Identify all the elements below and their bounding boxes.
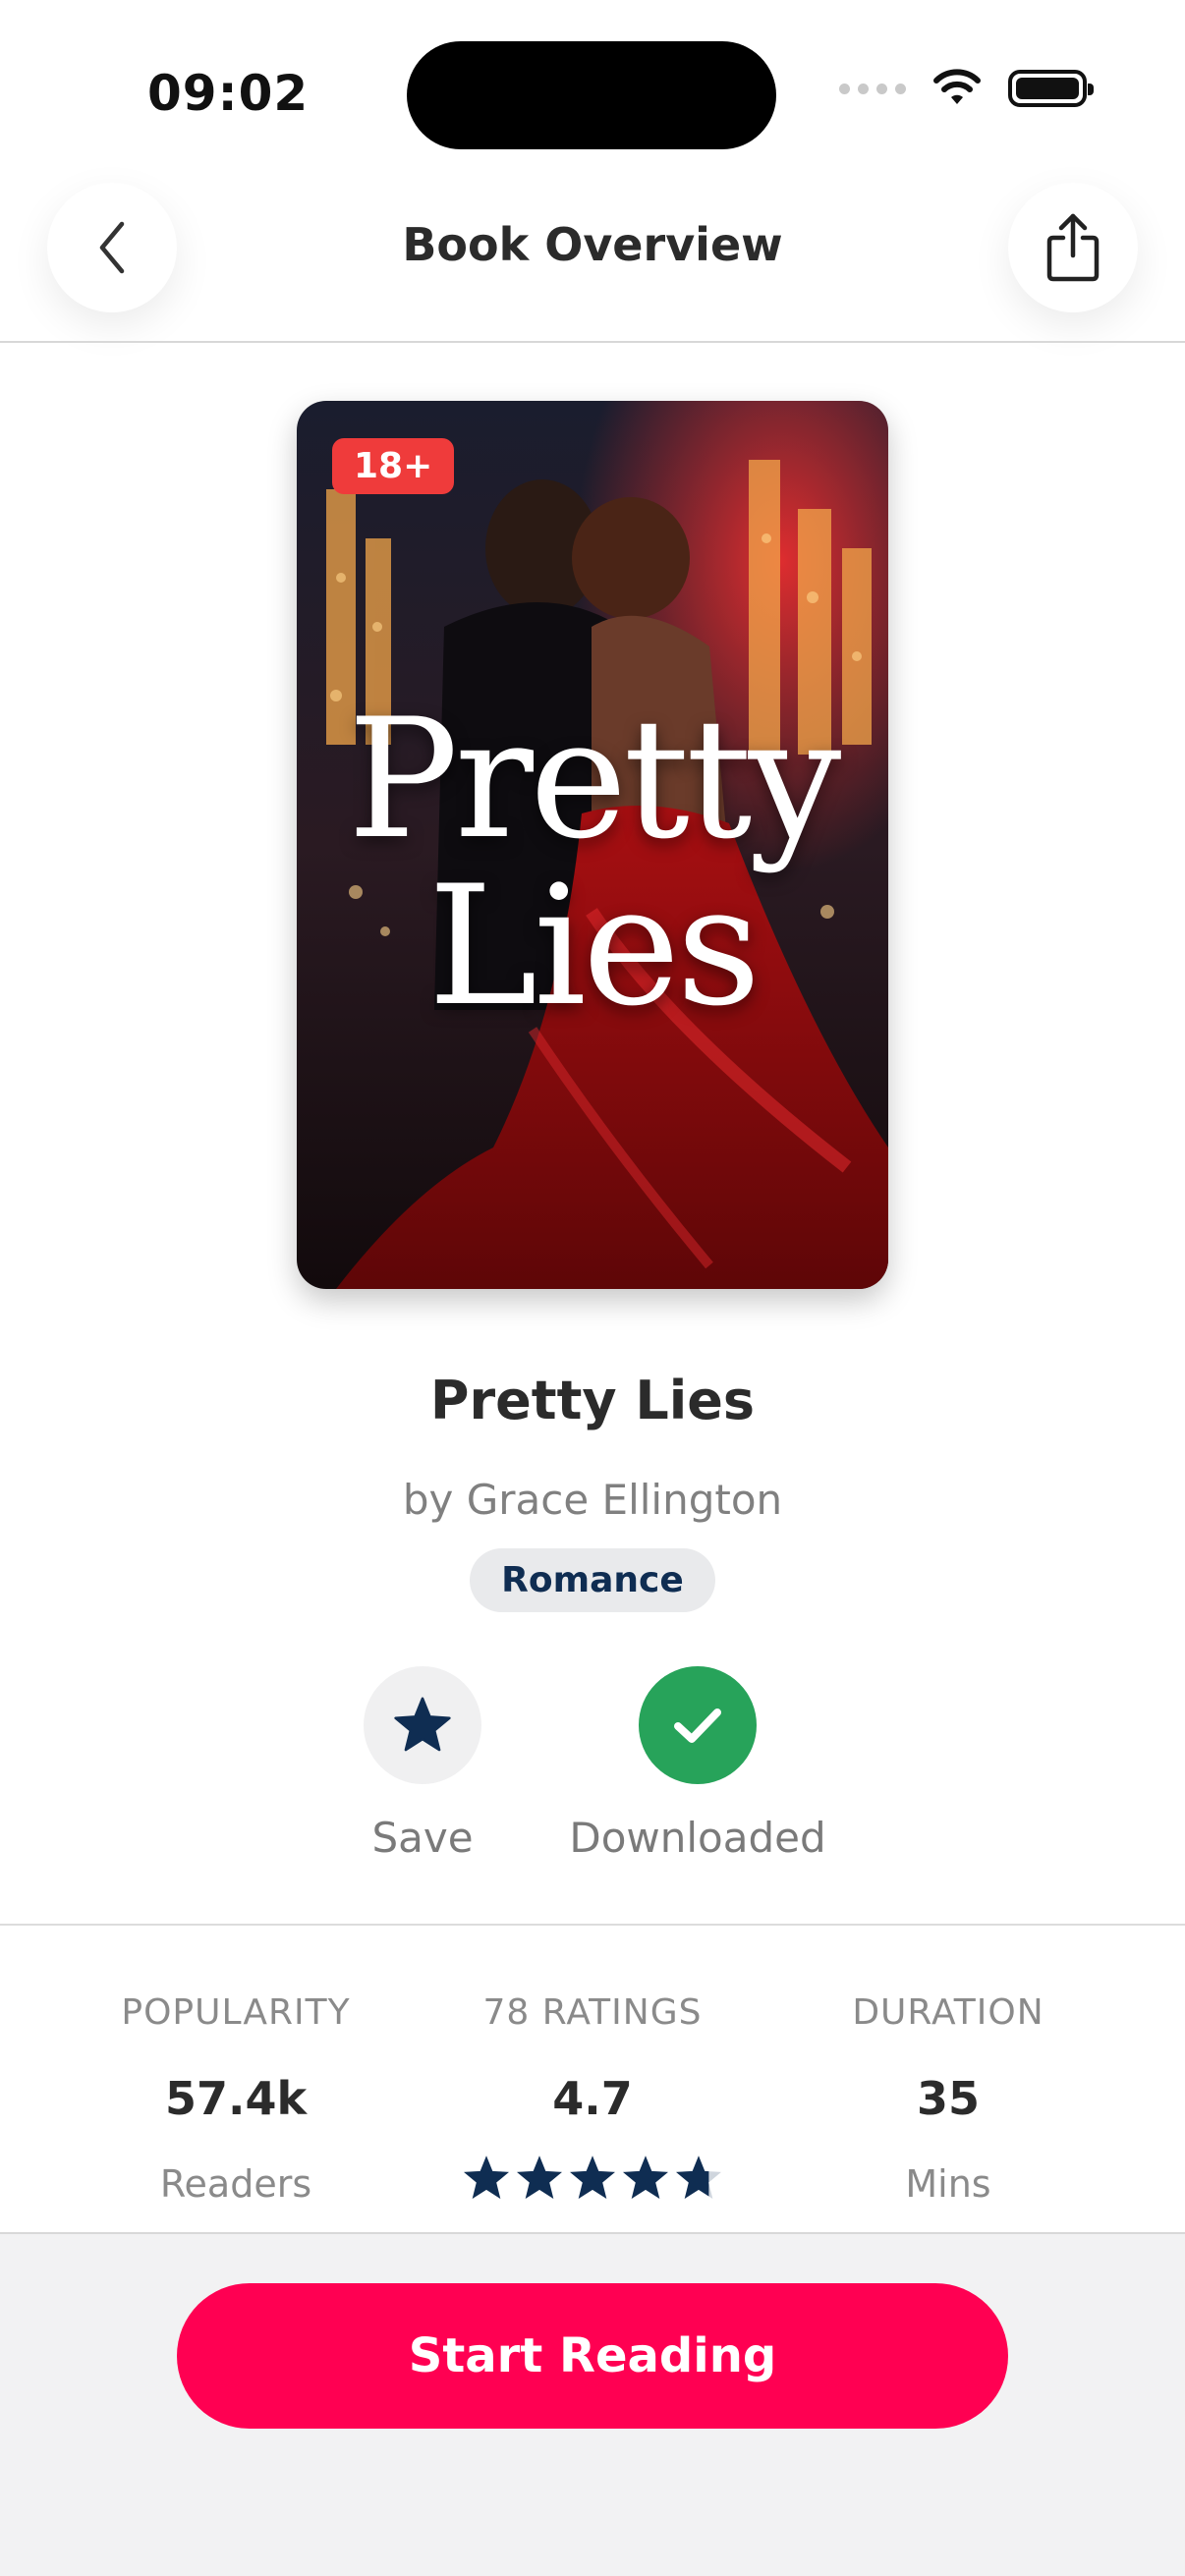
book-title: Pretty Lies — [429, 1370, 756, 1431]
duration-stat: DURATION 35 Mins — [771, 1992, 1125, 2206]
rating-star-icon — [517, 2156, 562, 2200]
popularity-stat: POPULARITY 57.4k Readers — [59, 1992, 413, 2206]
ratings-label: 78 RATINGS — [482, 1992, 703, 2033]
stats-divider — [0, 1924, 1185, 1926]
cellular-signal-icon — [839, 83, 906, 94]
rating-star-icon — [570, 2156, 615, 2200]
start-reading-button[interactable]: Start Reading — [177, 2283, 1008, 2429]
cover-title: Pretty Lies — [297, 696, 888, 1030]
popularity-label: POPULARITY — [121, 1992, 351, 2033]
duration-value: 35 — [916, 2072, 980, 2125]
share-icon — [1046, 213, 1100, 282]
checkmark-icon — [674, 1708, 721, 1743]
rating-star-icon — [464, 2156, 509, 2200]
age-rating-badge: 18+ — [332, 438, 455, 494]
rating-star-icon — [676, 2156, 721, 2200]
downloaded-action[interactable]: Downloaded — [550, 1666, 845, 1862]
ratings-value: 4.7 — [552, 2072, 633, 2125]
downloaded-button[interactable] — [639, 1666, 757, 1784]
star-icon — [394, 1697, 451, 1752]
bottom-bar: Start Reading — [0, 2232, 1185, 2576]
genre-tag[interactable]: Romance — [470, 1548, 715, 1612]
battery-icon — [1008, 70, 1094, 107]
cover-title-line-1: Pretty — [347, 683, 842, 875]
popularity-value: 57.4k — [164, 2072, 308, 2125]
cover-title-line-2: Lies — [427, 850, 762, 1042]
rating-star-icon — [623, 2156, 668, 2200]
save-button[interactable] — [364, 1666, 481, 1784]
save-action[interactable]: Save — [324, 1666, 521, 1862]
wifi-icon — [933, 69, 981, 104]
rating-stars — [416, 2153, 769, 2208]
book-cover: 18+ Pretty Lies — [297, 401, 888, 1289]
status-icons — [839, 69, 1094, 108]
duration-label: DURATION — [852, 1992, 1044, 2033]
book-author: by Grace Ellington — [402, 1476, 783, 1524]
save-label: Save — [371, 1814, 474, 1862]
nav-header: Book Overview — [0, 157, 1185, 342]
status-time: 09:02 — [147, 65, 310, 122]
header-divider — [0, 341, 1185, 343]
ratings-stat: 78 RATINGS 4.7 — [416, 1992, 769, 2208]
duration-unit: Mins — [905, 2162, 991, 2206]
dynamic-island — [407, 41, 776, 149]
status-bar: 09:02 — [0, 0, 1185, 149]
downloaded-label: Downloaded — [569, 1814, 826, 1862]
genre-wrap: Romance — [0, 1548, 1185, 1612]
popularity-unit: Readers — [159, 2162, 312, 2206]
share-button[interactable] — [1008, 183, 1138, 312]
